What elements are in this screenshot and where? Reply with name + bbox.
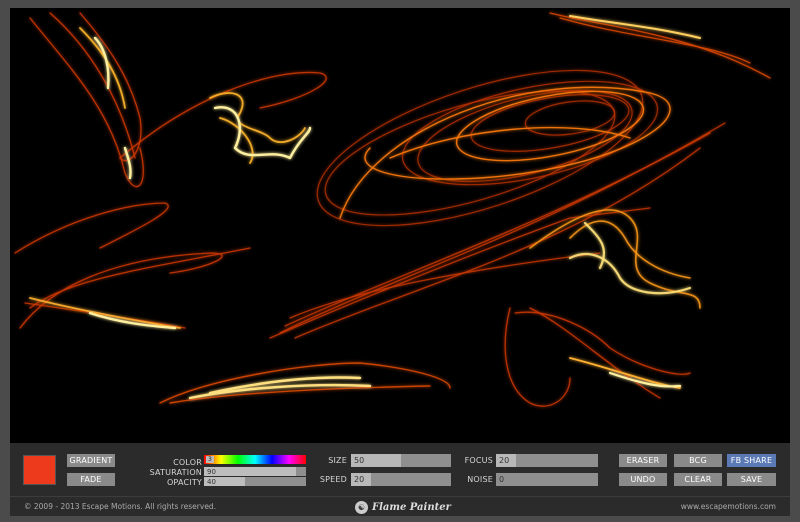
app-logo[interactable]: ☯ Flame Painter bbox=[355, 500, 451, 514]
bcg-button[interactable]: BCG bbox=[674, 454, 722, 467]
undo-button[interactable]: UNDO bbox=[619, 473, 667, 486]
focus-label: FOCUS bbox=[464, 456, 493, 465]
app-window: GRADIENT FADE COLOR SATURATION OPACITY 3… bbox=[0, 0, 800, 522]
color-value: 3 bbox=[206, 456, 214, 463]
speed-slider[interactable]: 20 bbox=[351, 473, 451, 486]
size-slider[interactable]: 50 bbox=[351, 454, 451, 467]
clear-button[interactable]: CLEAR bbox=[674, 473, 722, 486]
flame-strokes bbox=[14, 12, 771, 407]
copyright-text: © 2009 - 2013 Escape Motions. All rights… bbox=[24, 502, 217, 511]
saturation-fill bbox=[204, 467, 296, 476]
painting-canvas[interactable] bbox=[10, 8, 790, 443]
opacity-value: 40 bbox=[207, 478, 216, 486]
app-name: Flame Painter bbox=[372, 501, 451, 513]
saturation-slider[interactable]: 90 bbox=[204, 467, 306, 476]
focus-slider[interactable]: 20 bbox=[496, 454, 598, 467]
eraser-button[interactable]: ERASER bbox=[619, 454, 667, 467]
fade-button[interactable]: FADE bbox=[67, 473, 115, 486]
current-color-swatch[interactable] bbox=[23, 455, 56, 485]
save-button[interactable]: SAVE bbox=[727, 473, 776, 486]
saturation-label: SATURATION bbox=[149, 468, 202, 477]
toolbar: GRADIENT FADE COLOR SATURATION OPACITY 3… bbox=[10, 443, 790, 496]
color-hue-slider[interactable]: 3 bbox=[204, 455, 306, 464]
opacity-slider[interactable]: 40 bbox=[204, 477, 306, 486]
noise-slider[interactable]: 0 bbox=[496, 473, 598, 486]
footer: © 2009 - 2013 Escape Motions. All rights… bbox=[10, 496, 790, 516]
website-link[interactable]: www.escapemotions.com bbox=[681, 497, 776, 517]
color-label: COLOR bbox=[173, 458, 202, 467]
focus-value: 20 bbox=[499, 456, 510, 465]
noise-label: NOISE bbox=[467, 475, 493, 484]
size-value: 50 bbox=[354, 456, 365, 465]
noise-value: 0 bbox=[499, 475, 505, 484]
flame-painter-logo-icon: ☯ bbox=[355, 500, 368, 514]
fb-share-button[interactable]: FB SHARE bbox=[727, 454, 776, 467]
speed-label: SPEED bbox=[319, 475, 347, 484]
size-label: SIZE bbox=[328, 456, 347, 465]
gradient-button[interactable]: GRADIENT bbox=[67, 454, 115, 467]
speed-value: 20 bbox=[354, 475, 365, 484]
opacity-label: OPACITY bbox=[166, 478, 202, 487]
saturation-value: 90 bbox=[207, 468, 216, 476]
